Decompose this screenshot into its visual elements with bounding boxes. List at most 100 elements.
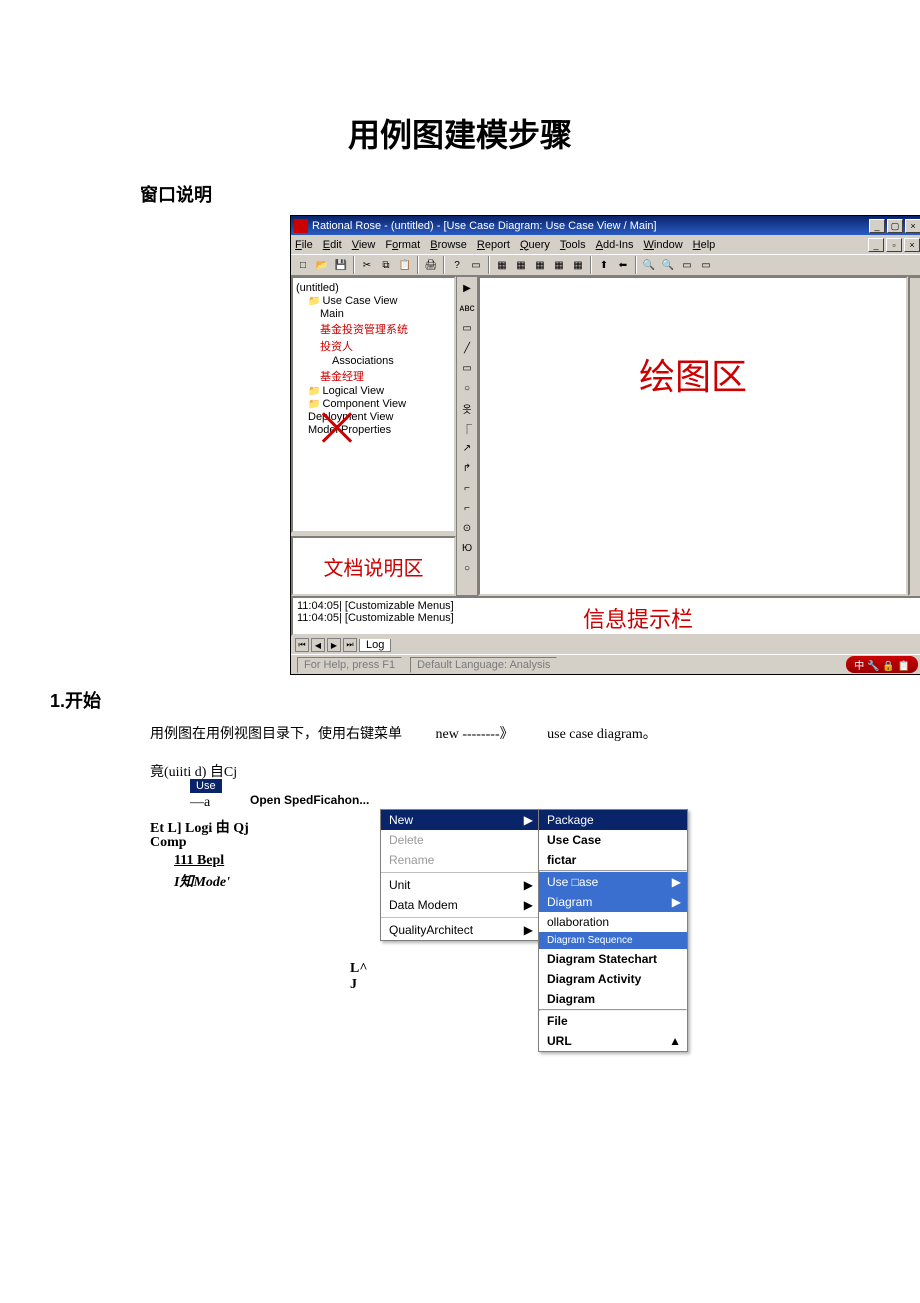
actor-tool-icon[interactable]: 옷 (458, 399, 476, 417)
tab-next-icon[interactable]: ▶ (327, 638, 341, 652)
zoomin-icon[interactable]: 🔍 (640, 256, 658, 274)
diag4-icon[interactable]: ▦ (550, 256, 568, 274)
menu-data[interactable]: Data Modem▶ (381, 895, 539, 915)
text-tool-icon[interactable]: ᴀʙᴄ (458, 299, 476, 317)
browse-icon[interactable]: ▭ (467, 256, 485, 274)
back-icon[interactable]: ⬅ (614, 256, 632, 274)
cut-icon[interactable]: ✂ (358, 256, 376, 274)
assoc-tool-icon[interactable]: ⎾ (458, 419, 476, 437)
menu-quality[interactable]: QualityArchitect▶ (381, 920, 539, 940)
menu-unit[interactable]: Unit▶ (381, 875, 539, 895)
tab-log[interactable]: Log (359, 639, 391, 652)
main-toolbar: □ 📂 💾 ✂ ⧉ 📋 🖨 ? ▭ ▦ ▦ ▦ ▦ ▦ ⬆ ⬅ 🔍 🔍 ▭ (291, 254, 920, 276)
tree-item3[interactable]: 基金经理 (296, 368, 451, 384)
diag2-icon[interactable]: ▦ (512, 256, 530, 274)
diagram-toolbox: ▶ ᴀʙᴄ ▭ ╱ ▭ ○ 옷 ⎾ ↗ ↱ ⌐ ⌐ ⊙ Ю ○ (456, 276, 478, 596)
app-icon (294, 219, 308, 233)
menu-rename[interactable]: Rename (381, 850, 539, 870)
menu-delete[interactable]: Delete (381, 830, 539, 850)
maximize-button[interactable]: ▢ (887, 219, 903, 233)
minimize-button[interactable]: _ (869, 219, 885, 233)
tool-d-icon[interactable]: Ю (458, 539, 476, 557)
output-tabs: ⏮ ◀ ▶ ⏭ Log (291, 636, 920, 654)
submenu-file[interactable]: File (539, 1011, 687, 1031)
up-icon[interactable]: ⬆ (595, 256, 613, 274)
mdi-minimize-button[interactable]: _ (868, 238, 884, 252)
tab-prev-icon[interactable]: ◀ (311, 638, 325, 652)
print-icon[interactable]: 🖨 (422, 256, 440, 274)
submenu-diag-act[interactable]: Diagram Activity (539, 969, 687, 989)
menu-window[interactable]: Window (644, 239, 683, 251)
annotation-x-icon (317, 408, 357, 448)
pointer-tool-icon[interactable]: ▶ (458, 279, 476, 297)
fit2-icon[interactable]: ▭ (697, 256, 715, 274)
submenu-fictar[interactable]: fictar (539, 850, 687, 870)
documentation-pane[interactable]: 文档说明区 (291, 536, 456, 596)
tree-root[interactable]: (untitled) (296, 282, 451, 294)
menu-query[interactable]: Query (520, 239, 550, 251)
tree-assoc[interactable]: Associations (296, 355, 451, 367)
tool-e-icon[interactable]: ○ (458, 559, 476, 577)
status-lang: Default Language: Analysis (410, 657, 557, 673)
fit-icon[interactable]: ▭ (678, 256, 696, 274)
help-icon[interactable]: ? (448, 256, 466, 274)
close-button[interactable]: × (905, 219, 920, 233)
mdi-restore-button[interactable]: ▫ (886, 238, 902, 252)
page-title: 用例图建模步骤 (50, 110, 870, 156)
tab-first-icon[interactable]: ⏮ (295, 638, 309, 652)
open-icon[interactable]: 📂 (313, 256, 331, 274)
window-titlebar: Rational Rose - (untitled) - [Use Case D… (291, 216, 920, 235)
tool-a-icon[interactable]: ⌐ (458, 479, 476, 497)
diag5-icon[interactable]: ▦ (569, 256, 587, 274)
menu-edit[interactable]: Edit (323, 239, 342, 251)
anchor-tool-icon[interactable]: ╱ (458, 339, 476, 357)
submenu-diag[interactable]: Diagram (539, 989, 687, 1009)
note-tool-icon[interactable]: ▭ (458, 319, 476, 337)
tree-usecaseview[interactable]: Use Case View (296, 295, 451, 307)
copy-icon[interactable]: ⧉ (377, 256, 395, 274)
frag-bepl: 111 Bepl (174, 853, 224, 869)
diag1-icon[interactable]: ▦ (493, 256, 511, 274)
mdi-close-button[interactable]: × (904, 238, 920, 252)
browser-tree[interactable]: (untitled) Use Case View Main 基金投资管理系统 投… (291, 276, 456, 533)
menu-report[interactable]: Report (477, 239, 510, 251)
tree-main[interactable]: Main (296, 308, 451, 320)
tree-logical[interactable]: Logical View (296, 385, 451, 397)
menu-tools[interactable]: Tools (560, 239, 586, 251)
submenu-package[interactable]: Package (539, 810, 687, 830)
tab-last-icon[interactable]: ⏭ (343, 638, 357, 652)
menu-addins[interactable]: Add-Ins (596, 239, 634, 251)
tool-b-icon[interactable]: ⌐ (458, 499, 476, 517)
tool-c-icon[interactable]: ⊙ (458, 519, 476, 537)
diag3-icon[interactable]: ▦ (531, 256, 549, 274)
open-spec-item[interactable]: Open SpedFicahon... (250, 793, 369, 807)
submenu-diag-state[interactable]: Diagram Statechart (539, 949, 687, 969)
menu-file[interactable]: File (295, 239, 313, 251)
section-start: 1.开始 (50, 687, 870, 713)
usecase-tool-icon[interactable]: ○ (458, 379, 476, 397)
package-tool-icon[interactable]: ▭ (458, 359, 476, 377)
menu-browse[interactable]: Browse (430, 239, 467, 251)
dep-tool-icon[interactable]: ↗ (458, 439, 476, 457)
submenu-diagram[interactable]: Diagram▶ (539, 892, 687, 912)
tree-item2[interactable]: 投资人 (296, 338, 451, 354)
menu-format[interactable]: Format (385, 239, 420, 251)
save-icon[interactable]: 💾 (332, 256, 350, 274)
submenu-diag-seq[interactable]: Diagram Sequence (539, 932, 687, 949)
tree-item1[interactable]: 基金投资管理系统 (296, 321, 451, 337)
new-icon[interactable]: □ (294, 256, 312, 274)
diagram-canvas[interactable]: 绘图区 (478, 276, 908, 596)
gen-tool-icon[interactable]: ↱ (458, 459, 476, 477)
submenu-use-ease[interactable]: Use □ase▶ (539, 872, 687, 892)
submenu-url[interactable]: URL▲ (539, 1031, 687, 1051)
menu-new[interactable]: New▶ (381, 810, 539, 830)
annotation-msgbar: 信息提示栏 (583, 602, 693, 634)
annotation-canvas: 绘图区 (639, 348, 747, 400)
paste-icon[interactable]: 📋 (396, 256, 414, 274)
zoomout-icon[interactable]: 🔍 (659, 256, 677, 274)
submenu-collab[interactable]: ollaboration (539, 912, 687, 932)
submenu-usecase[interactable]: Use Case (539, 830, 687, 850)
menu-view[interactable]: View (352, 239, 376, 251)
vertical-scrollbar[interactable] (908, 276, 920, 596)
menu-help[interactable]: Help (693, 239, 716, 251)
